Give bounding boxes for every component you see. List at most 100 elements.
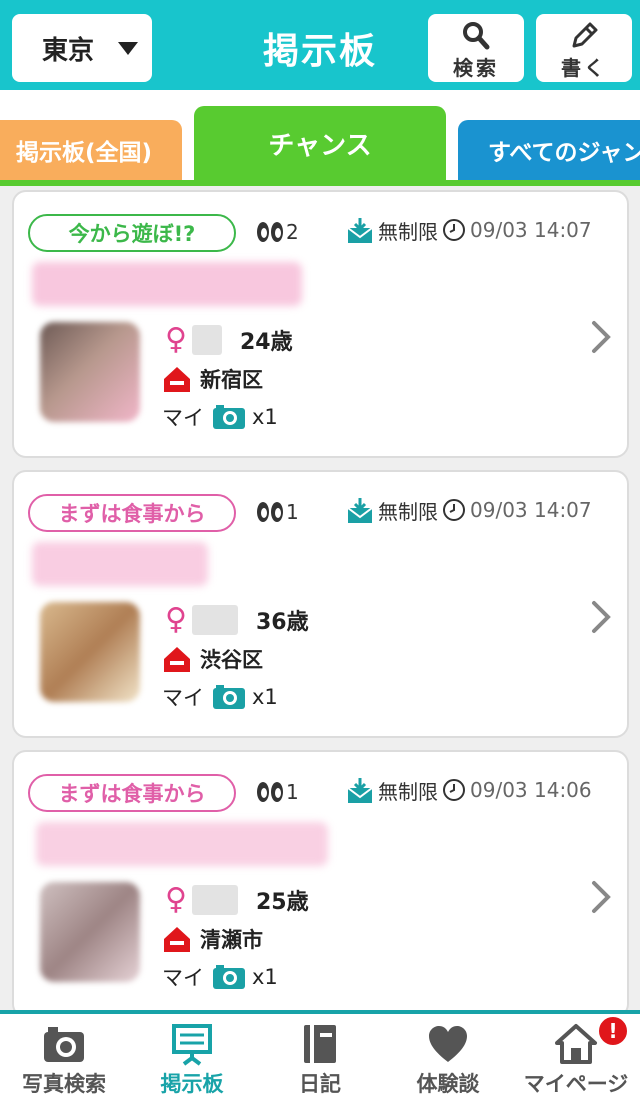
house-icon: [164, 367, 190, 392]
chevron-right-icon[interactable]: [591, 600, 611, 634]
nav-label: 掲示板: [160, 1072, 224, 1096]
write-button[interactable]: 書く: [536, 14, 632, 82]
chevron-right-icon[interactable]: [591, 880, 611, 914]
region-label: 東京: [42, 35, 95, 66]
location: 新宿区: [200, 368, 263, 392]
chevron-right-icon[interactable]: [591, 320, 611, 354]
heart-icon: [429, 1026, 467, 1062]
location: 渋谷区: [200, 648, 263, 672]
tab-chance[interactable]: チャンス: [194, 106, 446, 180]
page-title: 掲示板: [262, 31, 377, 72]
timestamp: 09/03 14:06: [470, 778, 592, 802]
post-text-blurred: [32, 262, 302, 306]
camera-icon: [213, 405, 245, 429]
photo-count-row: マイ x1: [162, 962, 278, 992]
nav-label: マイページ: [523, 1072, 629, 1096]
reply-limit: 無制限: [346, 216, 438, 245]
post-text-blurred: [32, 542, 208, 586]
view-count-value: 2: [286, 220, 299, 244]
post-card[interactable]: 今から遊ぼ!? 2 無制限 09/03 14:07 ♀ 24歳 新宿区 マイ x…: [12, 190, 629, 458]
photo-count: x1: [252, 685, 278, 709]
mail-download-icon: [347, 777, 373, 803]
view-count: 1: [256, 500, 299, 524]
house-icon: [164, 927, 190, 952]
search-button[interactable]: 検索: [428, 14, 524, 82]
owner-label: マイ: [162, 406, 204, 430]
post-time: 09/03 14:07: [442, 498, 592, 522]
eyes-icon: [257, 502, 283, 522]
profile-age-row: ♀ 36歳: [162, 602, 309, 637]
view-count-value: 1: [286, 780, 299, 804]
caret-down-icon: [118, 42, 138, 55]
category-badge: まずは食事から: [28, 774, 236, 812]
category-tabs: 掲示板(全国) チャンス すべてのジャン: [0, 90, 640, 190]
photo-count-row: マイ x1: [162, 402, 278, 432]
profile-photo[interactable]: [40, 322, 140, 422]
notification-badge: !: [596, 1014, 630, 1048]
age: 24歳: [240, 329, 293, 355]
timestamp: 09/03 14:07: [470, 218, 592, 242]
nav-diary[interactable]: 日記: [256, 1022, 384, 1098]
female-icon: ♀: [165, 322, 187, 357]
profile-age-row: ♀ 25歳: [162, 882, 309, 917]
post-card[interactable]: まずは食事から 1 無制限 09/03 14:06 ♀ 25歳 清瀬市 マイ x…: [12, 750, 629, 1010]
post-card[interactable]: まずは食事から 1 無制限 09/03 14:07 ♀ 36歳 渋谷区 マイ x…: [12, 470, 629, 738]
nickname-blurred: [192, 884, 238, 915]
write-label: 書く: [561, 56, 607, 80]
category-badge: 今から遊ぼ!?: [28, 214, 236, 252]
profile-age-row: ♀ 24歳: [162, 322, 293, 357]
owner-label: マイ: [162, 966, 204, 990]
post-list: 今から遊ぼ!? 2 無制限 09/03 14:07 ♀ 24歳 新宿区 マイ x…: [0, 186, 640, 1010]
nav-label: 日記: [299, 1072, 341, 1096]
mail-download-icon: [347, 217, 373, 243]
view-count: 1: [256, 780, 299, 804]
clock-icon: [443, 499, 465, 521]
post-text-blurred: [36, 822, 328, 866]
category-badge: まずは食事から: [28, 494, 236, 532]
profile-photo[interactable]: [40, 882, 140, 982]
photo-count: x1: [252, 965, 278, 989]
photo-count: x1: [252, 405, 278, 429]
reply-limit: 無制限: [346, 496, 438, 525]
reply-limit-value: 無制限: [378, 500, 438, 524]
location: 清瀬市: [200, 928, 263, 952]
nav-photo-search[interactable]: 写真検索: [0, 1022, 128, 1098]
photo-count-row: マイ x1: [162, 682, 278, 712]
location-row: 清瀬市: [162, 924, 263, 954]
tab-board-national[interactable]: 掲示板(全国): [0, 120, 182, 180]
bottom-nav: 写真検索 掲示板 日記 体験談 マイページ: [0, 1010, 640, 1100]
age: 36歳: [256, 609, 309, 635]
camera-icon: [213, 685, 245, 709]
house-icon: [164, 647, 190, 672]
timestamp: 09/03 14:07: [470, 498, 592, 522]
camera-icon: [213, 965, 245, 989]
reply-limit-value: 無制限: [378, 780, 438, 804]
nickname-blurred: [192, 604, 238, 635]
eyes-icon: [257, 782, 283, 802]
nav-board[interactable]: 掲示板: [128, 1022, 256, 1098]
location-row: 渋谷区: [162, 644, 263, 674]
view-count: 2: [256, 220, 299, 244]
owner-label: マイ: [162, 686, 204, 710]
reply-limit: 無制限: [346, 776, 438, 805]
nav-label: 体験談: [416, 1072, 480, 1096]
pencil-icon: [572, 22, 598, 48]
clock-icon: [443, 779, 465, 801]
view-count-value: 1: [286, 500, 299, 524]
post-time: 09/03 14:07: [442, 218, 592, 242]
camera-icon: [44, 1027, 84, 1062]
age: 25歳: [256, 889, 309, 915]
home-icon: [555, 1024, 597, 1064]
nickname-blurred: [192, 324, 222, 355]
tab-all-genres[interactable]: すべてのジャン: [458, 120, 640, 180]
region-select[interactable]: 東京: [12, 14, 152, 82]
profile-photo[interactable]: [40, 602, 140, 702]
mail-download-icon: [347, 497, 373, 523]
search-label: 検索: [453, 56, 499, 80]
clock-icon: [443, 219, 465, 241]
female-icon: ♀: [165, 882, 187, 917]
app-header: 東京 掲示板 検索 書く: [0, 0, 640, 90]
female-icon: ♀: [165, 602, 187, 637]
nav-experience[interactable]: 体験談: [384, 1022, 512, 1098]
eyes-icon: [257, 222, 283, 242]
